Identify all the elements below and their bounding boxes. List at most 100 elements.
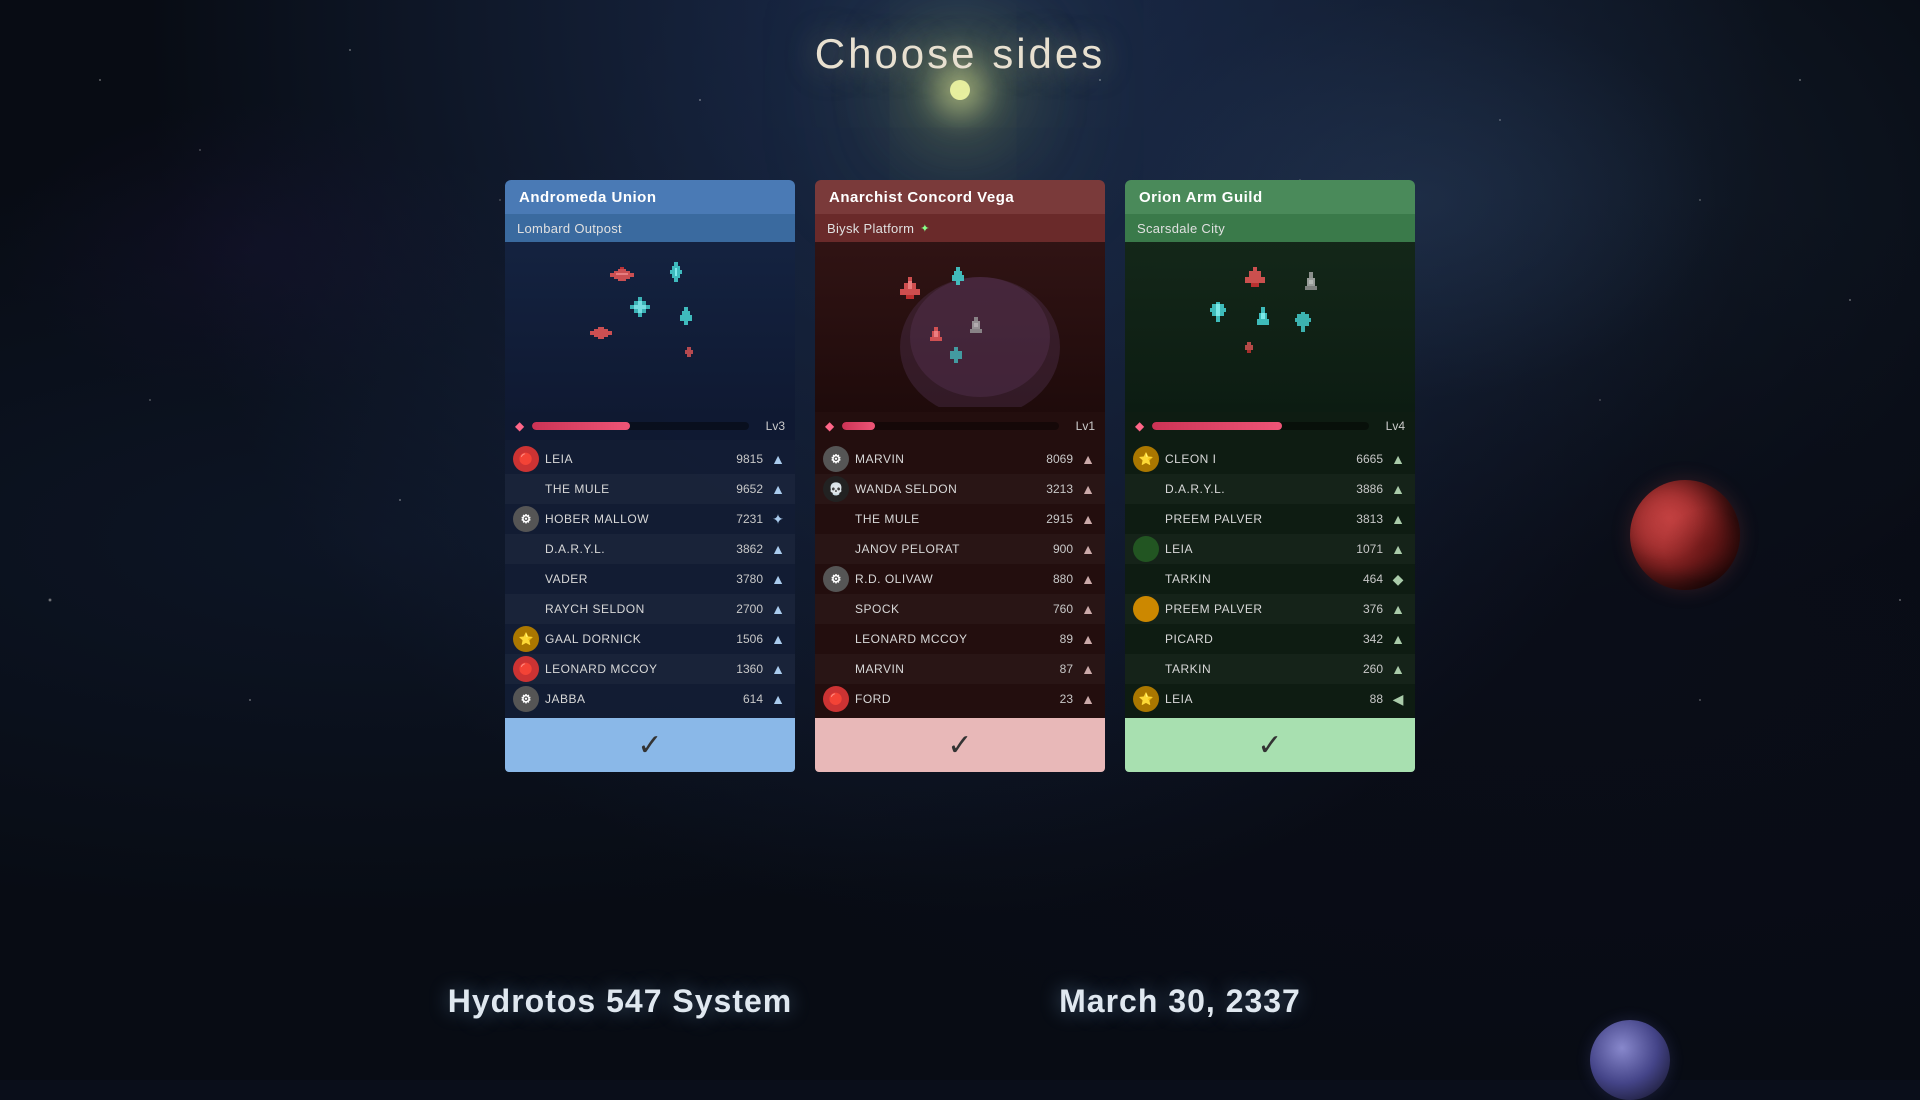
andromeda-level-bar: ◆ Lv3 — [505, 412, 795, 440]
anarchist-diamond-icon: ◆ — [825, 419, 834, 433]
ship-type-icon: ▲ — [1079, 630, 1097, 648]
page-title: Choose sides — [815, 30, 1105, 78]
player-score: 3780 — [727, 572, 763, 586]
orion-body: ◆ Lv4 ⭐ CLEON I 6665 ▲ D.A.R.Y.L. 3886 ▲… — [1125, 242, 1415, 718]
faction-card-anarchist[interactable]: Anarchist Concord Vega Biysk Platform ✦ — [815, 180, 1105, 772]
nebula-left — [0, 100, 500, 400]
player-row: SPOCK 760 ▲ — [815, 594, 1105, 624]
player-score: 900 — [1037, 542, 1073, 556]
andromeda-checkmark: ✓ — [637, 728, 662, 763]
ship-type-icon: ▲ — [769, 600, 787, 618]
ship-type-icon: ▲ — [1389, 480, 1407, 498]
andromeda-level: Lv3 — [757, 419, 785, 433]
andromeda-diamond-icon: ◆ — [515, 419, 524, 433]
player-name: FORD — [855, 692, 1031, 706]
andromeda-subtitle: Lombard Outpost — [505, 214, 795, 242]
player-score: 87 — [1037, 662, 1073, 676]
player-score: 3813 — [1347, 512, 1383, 526]
orion-confirm-button[interactable]: ✓ — [1125, 718, 1415, 772]
player-score: 8069 — [1037, 452, 1073, 466]
ship-type-icon: ▲ — [1079, 660, 1097, 678]
player-name: PICARD — [1165, 632, 1341, 646]
andromeda-ship-area — [505, 242, 795, 412]
player-score: 7231 — [727, 512, 763, 526]
player-row: ⚙ R.D. OLIVAW 880 ▲ — [815, 564, 1105, 594]
anarchist-confirm-button[interactable]: ✓ — [815, 718, 1105, 772]
player-score: 9815 — [727, 452, 763, 466]
avatar — [1133, 536, 1159, 562]
andromeda-player-list: 🔴 LEIA 9815 ▲ THE MULE 9652 ▲ ⚙ HOBER MA… — [505, 440, 795, 718]
player-name: R.D. OLIVAW — [855, 572, 1031, 586]
player-row: PICARD 342 ▲ — [1125, 624, 1415, 654]
player-name: LEIA — [1165, 542, 1341, 556]
factions-container: Andromeda Union Lombard Outpost — [505, 180, 1415, 772]
player-score: 6665 — [1347, 452, 1383, 466]
ship-type-icon: ▲ — [1079, 480, 1097, 498]
player-row: PREEM PALVER 3813 ▲ — [1125, 504, 1415, 534]
anarchist-bar-bg — [842, 422, 1059, 430]
andromeda-confirm-button[interactable]: ✓ — [505, 718, 795, 772]
player-row: 🔴 LEONARD MCCOY 1360 ▲ — [505, 654, 795, 684]
orion-ships-svg — [1150, 247, 1390, 407]
orion-subtitle: Scarsdale City — [1125, 214, 1415, 242]
avatar-placeholder — [1133, 566, 1159, 592]
player-row: MARVIN 87 ▲ — [815, 654, 1105, 684]
orion-tab[interactable]: Orion Arm Guild — [1125, 180, 1415, 214]
ship-type-icon: ▲ — [1079, 690, 1097, 708]
player-score: 3886 — [1347, 482, 1383, 496]
avatar-placeholder — [823, 506, 849, 532]
avatar-placeholder — [1133, 656, 1159, 682]
ship-type-icon: ▲ — [769, 570, 787, 588]
orion-location: Scarsdale City — [1137, 221, 1225, 236]
faction-card-andromeda[interactable]: Andromeda Union Lombard Outpost — [505, 180, 795, 772]
avatar: 🔴 — [513, 446, 539, 472]
ship-type-icon: ▲ — [1079, 450, 1097, 468]
orion-bar-fill — [1152, 422, 1282, 430]
ship-type-icon: ▲ — [1389, 450, 1407, 468]
anarchist-tab[interactable]: Anarchist Concord Vega — [815, 180, 1105, 214]
player-row: D.A.R.Y.L. 3862 ▲ — [505, 534, 795, 564]
avatar: ⭐ — [1133, 686, 1159, 712]
player-row: D.A.R.Y.L. 3886 ▲ — [1125, 474, 1415, 504]
player-name: TARKIN — [1165, 662, 1341, 676]
player-row: ⭐ GAAL DORNICK 1506 ▲ — [505, 624, 795, 654]
anarchist-location: Biysk Platform — [827, 221, 914, 236]
ship-type-icon: ▲ — [1079, 570, 1097, 588]
avatar — [1133, 596, 1159, 622]
avatar: 🔴 — [823, 686, 849, 712]
avatar: 💀 — [823, 476, 849, 502]
anarchist-body: ◆ Lv1 ⚙ MARVIN 8069 ▲ 💀 WANDA SELDON 321… — [815, 242, 1105, 718]
player-name: D.A.R.Y.L. — [1165, 482, 1341, 496]
ship-type-icon: ✦ — [769, 510, 787, 528]
player-name: THE MULE — [855, 512, 1031, 526]
ship-type-icon: ▲ — [1079, 510, 1097, 528]
avatar-placeholder — [823, 596, 849, 622]
anarchist-subtitle: Biysk Platform ✦ — [815, 214, 1105, 242]
player-row: 🔴 FORD 23 ▲ — [815, 684, 1105, 714]
player-name: CLEON I — [1165, 452, 1341, 466]
player-row: THE MULE 2915 ▲ — [815, 504, 1105, 534]
andromeda-tab[interactable]: Andromeda Union — [505, 180, 795, 214]
faction-card-orion[interactable]: Orion Arm Guild Scarsdale City — [1125, 180, 1415, 772]
avatar: ⚙ — [823, 446, 849, 472]
ship-type-icon: ▲ — [769, 450, 787, 468]
ship-type-icon: ▲ — [1389, 510, 1407, 528]
andromeda-body: ◆ Lv3 🔴 LEIA 9815 ▲ THE MULE 9652 ▲ ⚙ — [505, 242, 795, 718]
avatar-placeholder — [1133, 476, 1159, 502]
player-name: LEONARD MCCOY — [545, 662, 721, 676]
player-row: TARKIN 260 ▲ — [1125, 654, 1415, 684]
player-name: PREEM PALVER — [1165, 602, 1341, 616]
anarchist-ship-area — [815, 242, 1105, 412]
player-score: 376 — [1347, 602, 1383, 616]
player-row: ⚙ HOBER MALLOW 7231 ✦ — [505, 504, 795, 534]
player-row: JANOV PELORAT 900 ▲ — [815, 534, 1105, 564]
player-row: VADER 3780 ▲ — [505, 564, 795, 594]
player-name: LEIA — [545, 452, 721, 466]
ship-type-icon: ◀ — [1389, 690, 1407, 708]
player-score: 89 — [1037, 632, 1073, 646]
andromeda-bar-fill — [532, 422, 630, 430]
player-name: JANOV PELORAT — [855, 542, 1031, 556]
orion-checkmark: ✓ — [1257, 728, 1282, 763]
orion-faction-name: Orion Arm Guild — [1139, 189, 1263, 206]
player-name: THE MULE — [545, 482, 721, 496]
